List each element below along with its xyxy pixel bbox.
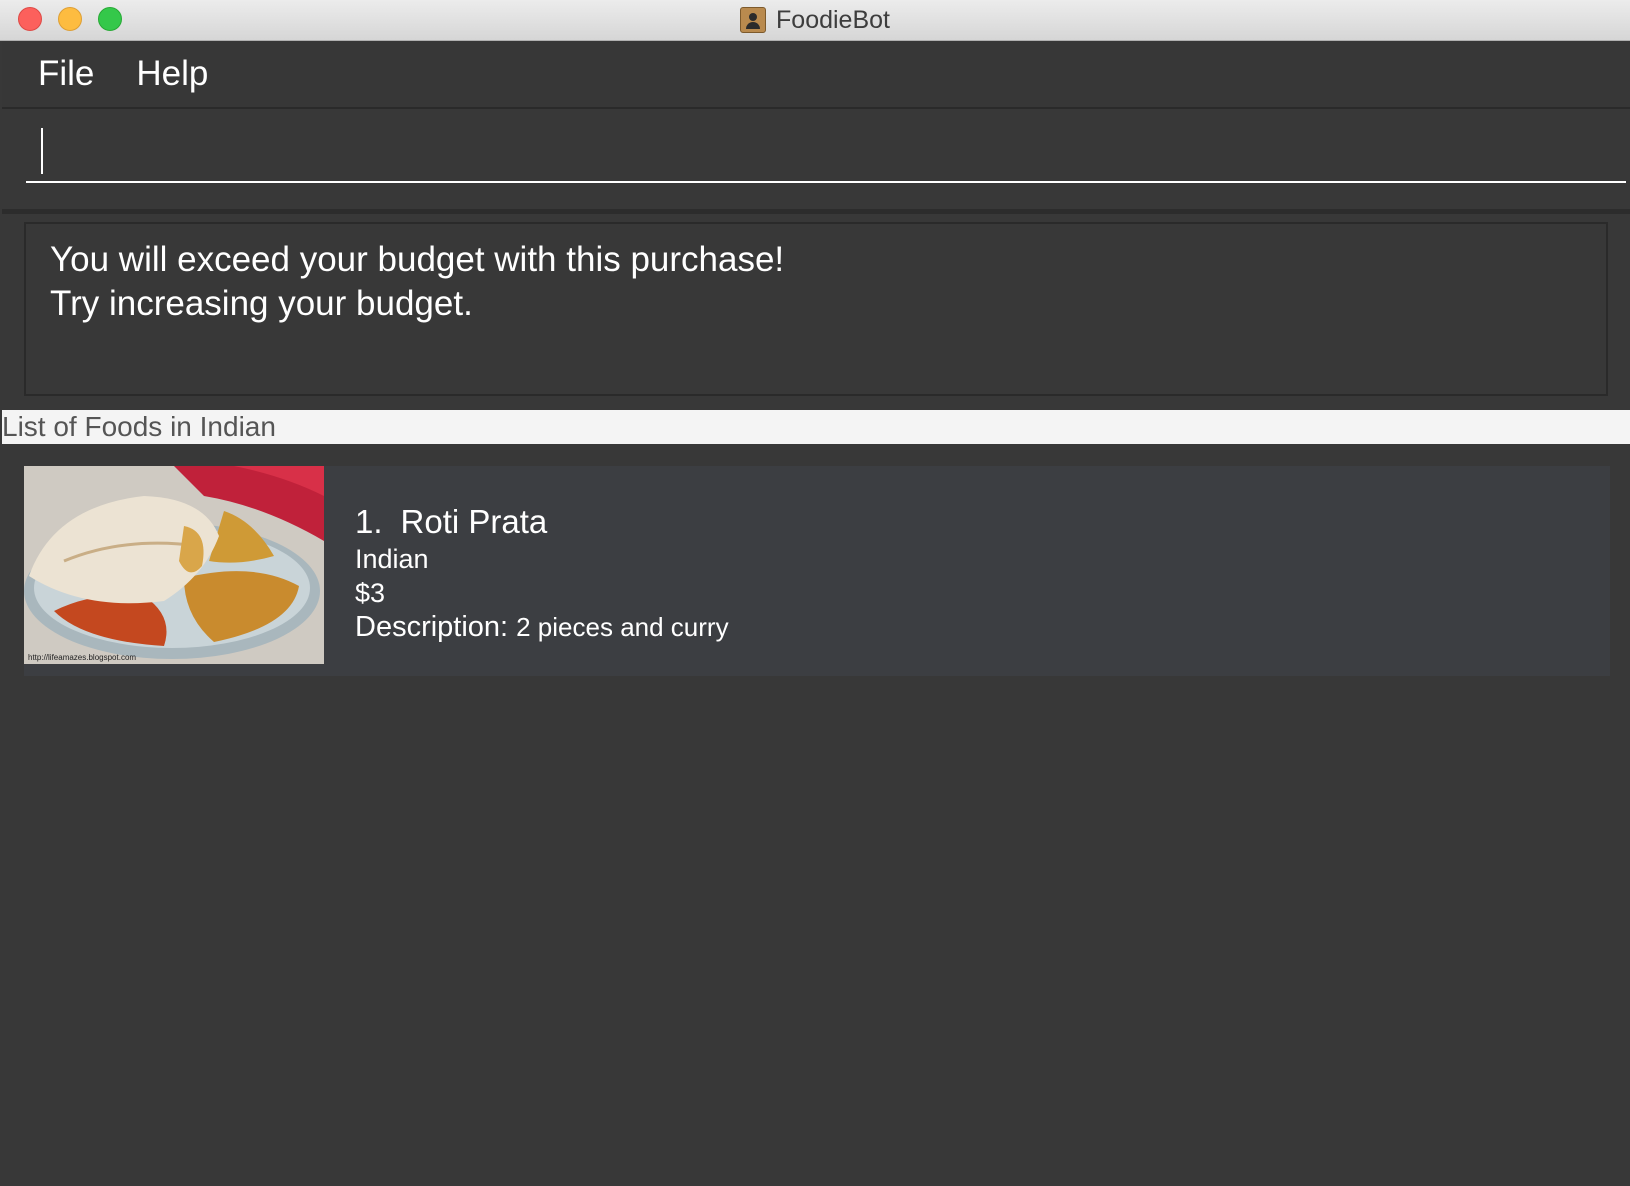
result-message-line: Try increasing your budget. [50,284,473,323]
description-label: Description: [355,611,509,643]
menu-bar: File Help [2,41,1630,109]
food-photo: http://lifeamazes.blogspot.com [24,466,324,664]
window-title-group: FoodieBot [0,0,1630,40]
app-icon [740,7,767,33]
result-message-line: You will exceed your budget with this pu… [50,240,785,279]
command-box [2,109,1630,214]
food-index: 1. [355,503,383,540]
food-details: 1. Roti Prata Indian $3 Description: 2 pie… [355,502,729,644]
title-bar: FoodieBot [0,0,1630,41]
menu-file[interactable]: File [38,54,94,94]
food-cuisine: Indian [355,544,429,574]
window-title: FoodieBot [776,5,890,34]
food-price: $3 [355,578,386,608]
result-display: You will exceed your budget with this pu… [24,222,1608,396]
app-window: FoodieBot File Help You will exceed your… [0,0,1630,1186]
food-card[interactable]: http://lifeamazes.blogspot.com 1. Roti Pr… [24,466,1610,676]
food-name: Roti Prata [400,503,548,540]
menu-help[interactable]: Help [136,54,208,94]
photo-watermark: http://lifeamazes.blogspot.com [28,653,136,662]
command-input[interactable] [26,123,1626,183]
food-description: 2 pieces and curry [516,612,729,642]
food-list: http://lifeamazes.blogspot.com 1. Roti Pr… [2,444,1630,1186]
text-caret [41,128,43,174]
food-description-row: Description: 2 pieces and curry [355,610,729,644]
food-list-header: List of Foods in Indian [2,410,1630,444]
food-title-row: 1. Roti Prata [355,502,729,542]
